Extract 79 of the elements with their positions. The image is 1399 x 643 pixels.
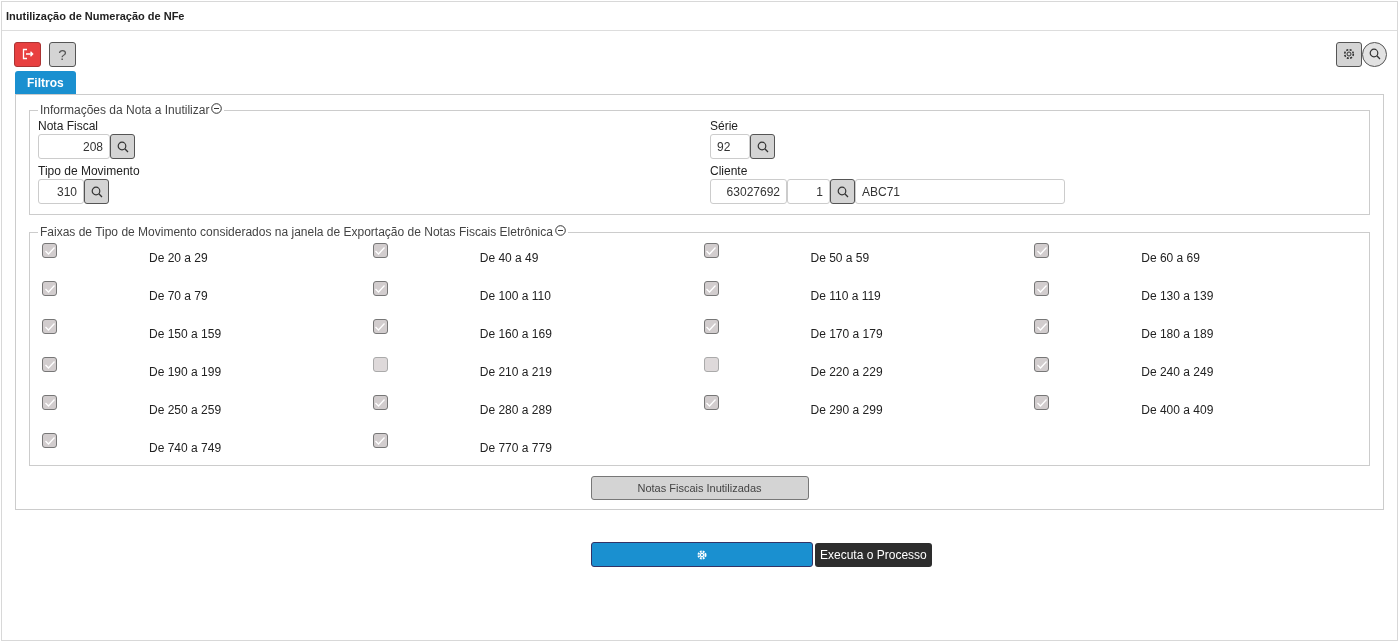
fieldset-legend: Faixas de Tipo de Movimento considerados na janela de Exportação de Notas Fiscais Eletrônica [40,225,553,239]
checkbox[interactable] [372,395,388,410]
settings-icon [697,549,707,560]
checkbox[interactable] [1034,395,1050,410]
checkbox[interactable] [703,357,719,372]
checkbox-label: De 40 a 49 [479,251,539,265]
notas-button[interactable]: Notas Fiscais Inutilizadas [590,476,809,500]
checkbox-label: De 50 a 59 [810,251,870,265]
input-field[interactable]: 92 [710,134,750,159]
checkbox-label: De 130 a 139 [1141,289,1214,303]
search-button[interactable] [84,179,109,204]
input-field[interactable]: ABC71 [855,179,1065,204]
checkbox-label: De 100 a 110 [479,289,551,303]
tooltip: Executa o Processo [815,542,932,567]
checkbox[interactable] [703,395,719,410]
checkbox-label: De 70 a 79 [149,289,208,303]
checkbox-label: De 290 a 299 [810,403,883,417]
search-button[interactable] [110,134,135,159]
checkbox-label: De 770 a 779 [479,441,552,455]
settings-button[interactable] [1336,41,1362,67]
checkbox-label: De 20 a 29 [149,251,208,265]
checkbox-label: De 280 a 289 [479,403,552,417]
checkbox-label: De 160 a 169 [479,327,552,341]
field-label: Série [710,119,739,133]
window-title: Inutilização de Numeração de NFe [6,10,185,22]
checkbox-label: De 190 a 199 [149,365,222,379]
input-field[interactable]: 208 [38,134,110,159]
search-button[interactable] [1362,41,1387,67]
execute-button[interactable] [591,542,813,567]
checkbox[interactable] [372,433,388,448]
checkbox-label: De 210 a 219 [479,365,552,379]
search-icon [756,140,769,153]
checkbox-label: De 740 a 749 [149,441,222,455]
collapse-icon[interactable] [211,103,223,114]
search-button[interactable] [750,134,775,159]
input-field[interactable]: 63027692 [710,179,787,204]
field-label: Cliente [710,164,749,178]
fieldset-legend: Informações da Nota a Inutilizar [40,103,210,117]
checkbox[interactable] [372,357,388,372]
checkbox-label: De 240 a 249 [1141,365,1214,379]
checkbox[interactable] [1034,357,1050,372]
checkbox-label: De 180 a 189 [1141,327,1214,341]
field-label: Tipo de Movimento [38,164,141,178]
checkbox-label: De 250 a 259 [149,403,222,417]
checkbox-label: De 400 a 409 [1141,403,1214,417]
checkbox[interactable] [42,319,57,334]
search-icon [836,185,849,198]
exit-button[interactable] [14,41,41,67]
checkbox[interactable] [703,243,719,258]
checkbox[interactable] [42,395,57,410]
settings-icon [1343,48,1355,60]
search-icon [90,185,103,198]
checkbox[interactable] [703,319,719,334]
checkbox-label: De 170 a 179 [810,327,883,341]
tab[interactable]: Filtros [15,71,76,94]
checkbox[interactable] [372,281,388,296]
collapse-icon[interactable] [554,225,566,236]
search-icon [1368,48,1381,60]
checkbox-label: De 150 a 159 [149,327,222,341]
checkbox[interactable] [703,281,719,296]
checkbox[interactable] [42,243,57,258]
exit-icon [21,48,34,60]
checkbox[interactable] [1034,319,1050,334]
input-field[interactable]: 1 [787,179,830,204]
search-icon [116,140,129,153]
checkbox-label: De 220 a 229 [810,365,883,379]
search-button[interactable] [830,179,855,204]
checkbox[interactable] [42,281,57,296]
checkbox[interactable] [372,319,388,334]
checkbox-label: De 60 a 69 [1141,251,1200,265]
checkbox[interactable] [42,357,57,372]
checkbox[interactable] [1034,281,1050,296]
checkbox[interactable] [42,433,57,448]
field-label: Nota Fiscal [38,119,100,133]
input-field[interactable]: 310 [38,179,84,204]
help-button[interactable]: ? [49,41,76,67]
checkbox[interactable] [372,243,388,258]
checkbox[interactable] [1034,243,1050,258]
checkbox-label: De 110 a 119 [810,289,881,303]
